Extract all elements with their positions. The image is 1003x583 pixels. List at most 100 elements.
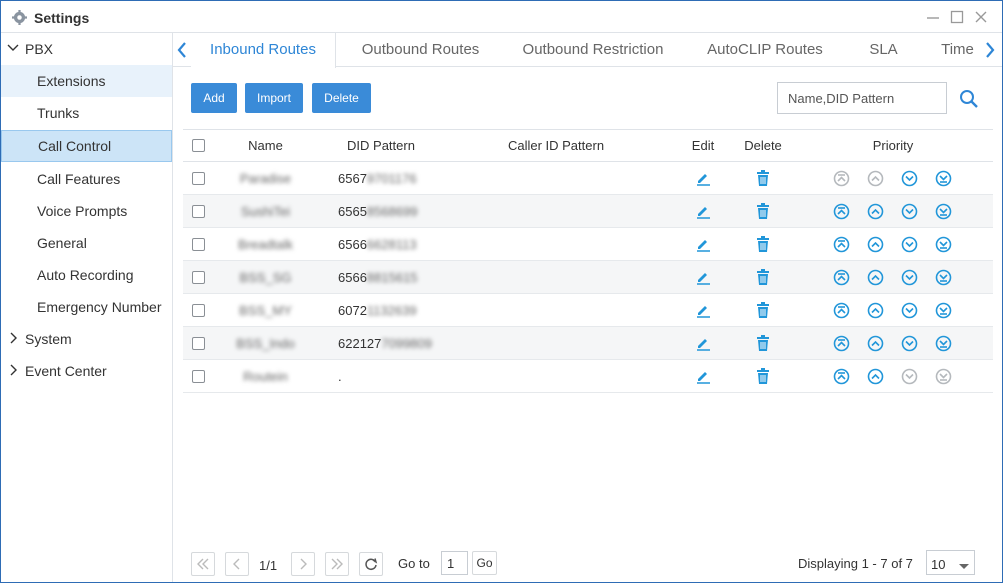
select-all-checkbox[interactable] <box>191 139 205 152</box>
edit-icon[interactable] <box>693 228 713 260</box>
search-input[interactable] <box>777 82 947 114</box>
did-pattern: 6567 9701176 <box>326 162 451 194</box>
close-icon[interactable] <box>973 9 989 25</box>
prev-page-icon[interactable] <box>225 552 249 576</box>
last-page-icon[interactable] <box>325 552 349 576</box>
tab-inbound-routes[interactable]: Inbound Routes <box>191 33 336 68</box>
move-to-bottom-icon[interactable] <box>935 203 952 220</box>
delete-icon[interactable] <box>753 195 773 227</box>
header-did-pattern[interactable]: DID Pattern <box>326 130 436 161</box>
sidebar-item-label: System <box>25 331 72 347</box>
move-to-bottom-icon[interactable] <box>935 269 952 286</box>
tab-scroll-left-icon[interactable] <box>175 41 189 59</box>
page-size-select[interactable]: 10 <box>926 550 975 575</box>
add-button[interactable]: Add <box>191 83 237 113</box>
header-caller-id-pattern[interactable]: Caller ID Pattern <box>486 130 626 161</box>
route-name: BSS_MY <box>239 302 292 318</box>
route-name: Paradise <box>239 170 292 186</box>
minimize-icon[interactable] <box>925 9 941 25</box>
tab-outbound-routes[interactable]: Outbound Routes <box>343 33 498 67</box>
tab-scroll-right-icon[interactable] <box>983 41 997 59</box>
move-down-icon[interactable] <box>901 203 918 220</box>
tab-outbound-restriction[interactable]: Outbound Restriction <box>508 33 678 67</box>
move-to-top-icon[interactable] <box>833 302 850 319</box>
move-to-bottom-icon[interactable] <box>935 170 952 187</box>
move-to-bottom-icon[interactable] <box>935 335 952 352</box>
tab-autoclip-routes[interactable]: AutoCLIP Routes <box>690 33 840 67</box>
table-row[interactable]: Paradise 6567 9701176 <box>183 162 993 195</box>
move-up-icon[interactable] <box>867 368 884 385</box>
goto-page-input[interactable]: 1 <box>441 551 468 575</box>
delete-icon[interactable] <box>753 162 773 194</box>
move-up-icon[interactable] <box>867 269 884 286</box>
table-row[interactable]: BSS_MY 6072 1132639 <box>183 294 993 327</box>
sidebar-item-event-center[interactable]: Event Center <box>1 355 172 387</box>
sidebar-item-call-control[interactable]: Call Control <box>1 130 172 162</box>
next-page-icon[interactable] <box>291 552 315 576</box>
sidebar-item-label: Extensions <box>37 73 106 89</box>
table-row[interactable]: BSS_SG 6566 8815615 <box>183 261 993 294</box>
sidebar-item-voice-prompts[interactable]: Voice Prompts <box>1 195 172 227</box>
edit-icon[interactable] <box>693 195 713 227</box>
go-button[interactable]: Go <box>472 551 497 575</box>
sidebar-item-emergency-number[interactable]: Emergency Number <box>1 291 172 323</box>
move-to-top-icon[interactable] <box>833 236 850 253</box>
move-up-icon[interactable] <box>867 236 884 253</box>
move-down-icon[interactable] <box>901 236 918 253</box>
move-up-icon[interactable] <box>867 302 884 319</box>
caller-id-pattern <box>486 228 626 260</box>
row-checkbox[interactable] <box>191 303 205 317</box>
sidebar-item-extensions[interactable]: Extensions <box>1 65 172 97</box>
row-checkbox[interactable] <box>191 204 205 218</box>
search-icon[interactable] <box>959 89 979 112</box>
move-up-icon[interactable] <box>867 335 884 352</box>
edit-icon[interactable] <box>693 162 713 194</box>
sidebar-item-label: Call Features <box>37 171 121 187</box>
import-button[interactable]: Import <box>245 83 303 113</box>
move-to-top-icon[interactable] <box>833 269 850 286</box>
move-down-icon[interactable] <box>901 170 918 187</box>
maximize-icon[interactable] <box>949 9 965 25</box>
sidebar-item-general[interactable]: General <box>1 227 172 259</box>
tab-time[interactable]: Time <box>930 33 985 67</box>
move-to-top-icon[interactable] <box>833 203 850 220</box>
refresh-icon[interactable] <box>359 552 383 576</box>
edit-icon[interactable] <box>693 327 713 359</box>
delete-icon[interactable] <box>753 228 773 260</box>
move-down-icon[interactable] <box>901 302 918 319</box>
edit-icon[interactable] <box>693 360 713 392</box>
tab-sla[interactable]: SLA <box>851 33 916 67</box>
edit-icon[interactable] <box>693 294 713 326</box>
row-checkbox[interactable] <box>191 270 205 284</box>
delete-icon[interactable] <box>753 261 773 293</box>
edit-icon[interactable] <box>693 261 713 293</box>
delete-icon[interactable] <box>753 360 773 392</box>
row-checkbox[interactable] <box>191 171 205 185</box>
table-row[interactable]: BSS_Indo 622127 7099809 <box>183 327 993 360</box>
move-down-icon[interactable] <box>901 335 918 352</box>
table-row[interactable]: Breadtalk 6566 6628113 <box>183 228 993 261</box>
delete-button[interactable]: Delete <box>312 83 371 113</box>
sidebar-item-pbx[interactable]: PBX <box>1 33 172 65</box>
sidebar-item-system[interactable]: System <box>1 323 172 355</box>
delete-icon[interactable] <box>753 294 773 326</box>
move-down-icon[interactable] <box>901 269 918 286</box>
delete-icon[interactable] <box>753 327 773 359</box>
row-checkbox[interactable] <box>191 369 205 383</box>
sidebar-item-trunks[interactable]: Trunks <box>1 97 172 129</box>
move-up-icon[interactable] <box>867 203 884 220</box>
move-to-top-icon[interactable] <box>833 368 850 385</box>
move-to-bottom-icon[interactable] <box>935 236 952 253</box>
move-to-top-icon[interactable] <box>833 335 850 352</box>
first-page-icon[interactable] <box>191 552 215 576</box>
route-name: SushiTei <box>240 203 291 219</box>
table-row[interactable]: SushiTei 6565 8568699 <box>183 195 993 228</box>
header-name[interactable]: Name <box>223 130 308 161</box>
table-row[interactable]: Routein . <box>183 360 993 393</box>
move-to-bottom-icon[interactable] <box>935 302 952 319</box>
row-checkbox[interactable] <box>191 237 205 251</box>
route-name: BSS_SG <box>239 269 292 285</box>
sidebar-item-auto-recording[interactable]: Auto Recording <box>1 259 172 291</box>
sidebar-item-call-features[interactable]: Call Features <box>1 163 172 195</box>
row-checkbox[interactable] <box>191 336 205 350</box>
